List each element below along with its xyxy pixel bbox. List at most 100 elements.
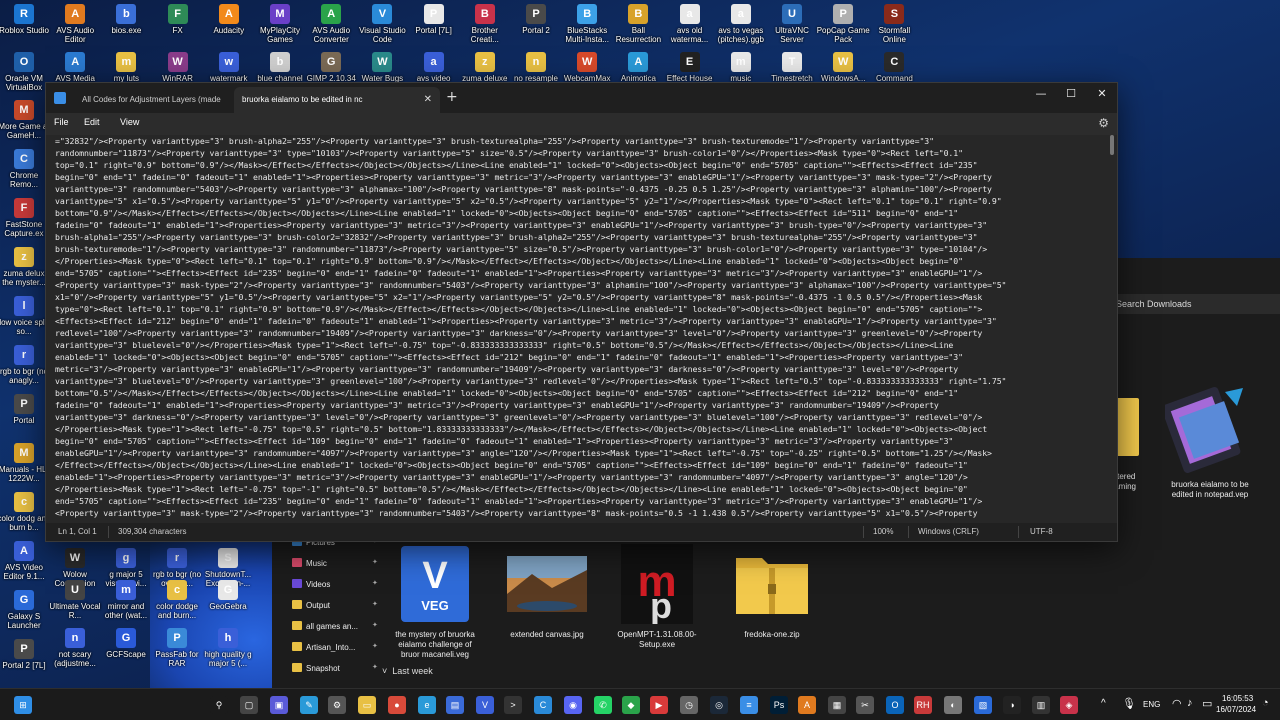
desktop-icon[interactable]: W Water Bugs <box>355 52 409 83</box>
desktop-icon[interactable]: C Command <box>867 52 921 83</box>
file-tile[interactable]: bruorka eialamo to be edited in notepad.… <box>1160 384 1260 500</box>
maximize-icon[interactable]: ☐ <box>1056 87 1086 100</box>
desktop-icon[interactable]: U Ultimate Vocal R... <box>48 580 102 620</box>
paint-icon[interactable]: ✎ <box>300 696 318 714</box>
minimize-icon[interactable]: — <box>1026 87 1056 100</box>
wifi-icon[interactable]: ◠ <box>1172 697 1182 710</box>
menu-edit[interactable]: Edit <box>84 117 100 127</box>
desktop-icon[interactable]: U UltraVNC Server <box>765 4 819 44</box>
file-tile[interactable]: fredoka-one.zip <box>726 544 818 640</box>
ggb-icon[interactable]: ◐ <box>944 696 962 714</box>
clock-icon[interactable]: ◷ <box>680 696 698 714</box>
pin-icon[interactable]: ✦ <box>372 579 378 587</box>
desktop-icon[interactable]: F FastStone Capture.ex <box>0 198 51 238</box>
desktop-icon[interactable]: A AVS Audio Editor <box>48 4 102 44</box>
desktop-icon[interactable]: P Portal [7L] <box>407 4 461 35</box>
language-indicator[interactable]: ENG <box>1143 700 1160 709</box>
maps-icon[interactable]: ◆ <box>622 696 640 714</box>
desktop-icon[interactable]: b blue channel <box>253 52 307 83</box>
file-tile[interactable]: V VEG the mystery of bruorka eialamo chall… <box>389 544 481 660</box>
close-window-icon[interactable]: ✕ <box>1087 87 1117 100</box>
settings-icon[interactable]: ⚙ <box>328 696 346 714</box>
desktop-icon[interactable]: W WebcamMax <box>560 52 614 83</box>
brother-app-icon[interactable]: ▥ <box>1032 696 1050 714</box>
desktop-icon[interactable]: B Ball Resurrection <box>611 4 665 44</box>
file-tile[interactable]: extended canvas.jpg <box>501 544 593 640</box>
desktop-icon[interactable]: P Portal 2 [7L] <box>0 639 51 670</box>
circle-app-icon[interactable]: ◑ <box>1003 696 1021 714</box>
line-ending[interactable]: Windows (CRLF) <box>918 527 979 536</box>
desktop-icon[interactable]: l low voice split so... <box>0 296 51 336</box>
desktop-icon[interactable]: w watermark <box>202 52 256 83</box>
vertical-scrollbar[interactable] <box>1110 135 1114 155</box>
zoom-level[interactable]: 100% <box>873 527 893 536</box>
new-tab-icon[interactable]: + <box>446 89 458 105</box>
file-explorer-icon[interactable]: ▭ <box>358 696 376 714</box>
desktop-icon[interactable]: a avs to vegas (pitches).ggb <box>714 4 768 44</box>
nav-item[interactable]: Videos ✦ <box>292 579 378 589</box>
search-downloads-input[interactable]: Search Downloads <box>1112 294 1280 314</box>
desktop-icon[interactable]: n no resample <box>509 52 563 83</box>
whatsapp-icon[interactable]: ✆ <box>594 696 612 714</box>
desktop-icon[interactable]: m music <box>714 52 768 83</box>
pin-icon[interactable]: ✦ <box>372 621 378 629</box>
chrome-icon[interactable]: ● <box>388 696 406 714</box>
nav-item[interactable]: Snapshot ✦ <box>292 663 378 673</box>
notepad-icon[interactable]: ≡ <box>740 696 758 714</box>
desktop-icon[interactable]: F FX <box>151 4 205 35</box>
pin-icon[interactable]: ✦ <box>372 558 378 566</box>
desktop-icon[interactable]: R Roblox Studio <box>0 4 51 35</box>
outlook-icon[interactable]: O <box>886 696 904 714</box>
clock-date[interactable]: 16/07/2024 <box>1216 705 1256 714</box>
store-icon[interactable]: ▤ <box>446 696 464 714</box>
nav-item[interactable]: Artisan_Into... ✦ <box>292 642 378 652</box>
desktop-icon[interactable]: B BlueStacks Multi-Insta... <box>560 4 614 44</box>
desktop-icon[interactable]: P PopCap Game Pack <box>816 4 870 44</box>
desktop-icon[interactable]: G GCFScape <box>99 628 153 659</box>
nav-item[interactable]: all games an... ✦ <box>292 621 378 631</box>
desktop-icon[interactable]: V Visual Studio Code <box>355 4 409 44</box>
discord-icon[interactable]: ◉ <box>564 696 582 714</box>
desktop-icon[interactable]: M MyPlayCity Games <box>253 4 307 44</box>
desktop-icon[interactable]: n not scary (adjustme... <box>48 628 102 668</box>
desktop-icon[interactable]: a avs old waterma... <box>663 4 717 44</box>
start-icon[interactable]: ⊞ <box>14 696 32 714</box>
text-editor[interactable]: ="32832"/><Property varianttype="3" brus… <box>46 135 1110 525</box>
search-icon[interactable]: ⚲ <box>210 696 228 714</box>
red-app-icon[interactable]: ◈ <box>1060 696 1078 714</box>
nav-item[interactable]: Music ✦ <box>292 558 378 568</box>
desktop-icon[interactable]: z zuma deluxe <box>458 52 512 83</box>
steam-icon[interactable]: ◎ <box>710 696 728 714</box>
desktop-icon[interactable]: A Animotica <box>611 52 665 83</box>
photoshop-icon[interactable]: Ps <box>770 696 788 714</box>
desktop-icon[interactable]: B Brother Creati... <box>458 4 512 44</box>
desktop-icon[interactable]: C Chrome Remo... <box>0 149 51 189</box>
task-view-icon[interactable]: ▢ <box>240 696 258 714</box>
desktop-icon[interactable]: A AVS Video Editor 9.1... <box>0 541 51 581</box>
photos-icon[interactable]: ▧ <box>974 696 992 714</box>
desktop-icon[interactable]: T Timestretch <box>765 52 819 83</box>
desktop-icon[interactable]: c color dodg and burn b... <box>0 492 51 532</box>
editor-content[interactable]: ="32832"/><Property varianttype="3" brus… <box>55 135 1110 519</box>
calculator-icon[interactable]: ▦ <box>828 696 846 714</box>
desktop-icon[interactable]: S Stormfall Online <box>867 4 921 44</box>
tab-bruorka-eialamo[interactable]: bruorka eialamo to be edited in nc ✕ <box>234 87 440 113</box>
menu-file[interactable]: File <box>54 117 69 127</box>
desktop-icon[interactable]: z zuma delux the myster... <box>0 247 51 287</box>
file-tile[interactable]: m p OpenMPT-1.31.08.00-Setup.exe <box>611 544 703 650</box>
nav-item[interactable]: Output ✦ <box>292 600 378 610</box>
battery-icon[interactable]: ▭ <box>1202 697 1212 710</box>
snipping-tool-icon[interactable]: ✂ <box>856 696 874 714</box>
clock-time[interactable]: 16:05:53 <box>1222 694 1253 703</box>
desktop-icon[interactable]: a avs video <box>407 52 461 83</box>
desktop-icon[interactable]: E Effect House <box>663 52 717 83</box>
desktop-icon[interactable]: c color dodge and burn... <box>150 580 204 620</box>
desktop-icon[interactable]: P Portal <box>0 394 51 425</box>
pin-icon[interactable]: ✦ <box>372 663 378 671</box>
desktop-icon[interactable]: r rgb to bgr (no anagly... <box>0 345 51 385</box>
media-player-icon[interactable]: ▶ <box>650 696 668 714</box>
desktop-icon[interactable]: A AVS Media <box>48 52 102 83</box>
pin-icon[interactable]: ✦ <box>372 600 378 608</box>
terminal-icon[interactable]: > <box>504 696 522 714</box>
desktop-icon[interactable]: A AVS Audio Converter <box>304 4 358 44</box>
